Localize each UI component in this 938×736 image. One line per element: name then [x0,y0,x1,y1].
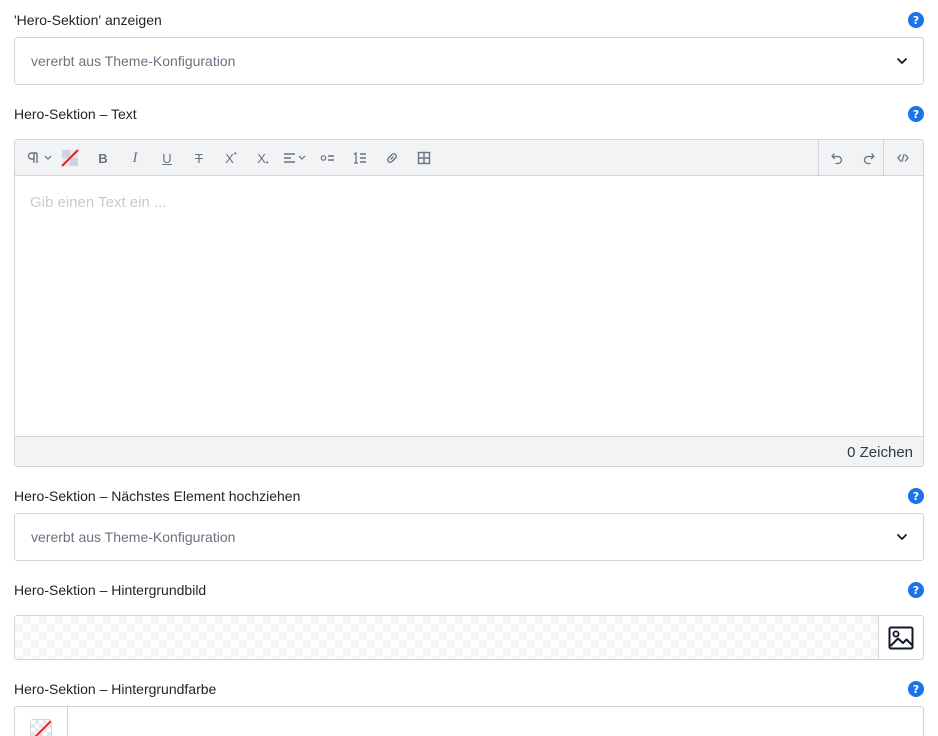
select-image-button[interactable] [878,616,923,659]
color-swatch-button[interactable] [15,707,68,736]
align-left-icon [284,153,306,163]
numbered-list-button[interactable] [349,149,371,167]
undo-icon [831,153,843,165]
editor-placeholder: Gib einen Text ein ... [30,194,167,211]
chevron-down-icon [897,58,907,64]
help-icon[interactable]: ? [908,12,924,28]
bg-color-input[interactable] [68,707,923,736]
toolbar-separator [883,140,884,176]
subscript-glyph: X [257,150,266,166]
image-icon [888,626,914,649]
redo-button[interactable] [859,149,879,167]
hero-text-label-row: Hero-Sektion – Text ? [14,106,924,122]
code-view-button[interactable] [893,149,913,167]
pull-next-select-value: vererbt aus Theme-Konfiguration [31,529,236,545]
undo-button[interactable] [827,149,847,167]
bg-color-label: Hero-Sektion – Hintergrundfarbe [14,681,217,697]
hero-text-editor: B I U T X • X • Gib einen Text ein ... 0… [14,139,924,467]
bg-image-label-row: Hero-Sektion – Hintergrundbild ? [14,582,924,598]
bg-image-preview[interactable] [15,616,878,659]
toolbar-separator [818,140,819,176]
superscript-button[interactable]: X • [221,149,241,167]
paragraph-icon [27,152,52,163]
link-icon [387,153,397,163]
char-count: 0 Zeichen [847,443,913,461]
remove-format-button[interactable] [59,149,81,167]
strikethrough-button[interactable]: T [189,149,209,167]
show-hero-select[interactable]: vererbt aus Theme-Konfiguration [14,37,924,85]
pull-next-label: Hero-Sektion – Nächstes Element hochzieh… [14,488,301,504]
superscript-marker-icon: • [233,148,237,158]
pull-next-label-row: Hero-Sektion – Nächstes Element hochzieh… [14,488,924,504]
underline-button[interactable]: U [157,149,177,167]
subscript-button[interactable]: X • [253,149,273,167]
show-hero-label: 'Hero-Sektion' anzeigen [14,12,162,28]
editor-toolbar: B I U T X • X • [15,140,923,176]
numbered-list-icon [353,151,366,164]
help-icon[interactable]: ? [908,106,924,122]
paragraph-format-button[interactable] [25,149,55,167]
code-icon [897,153,909,163]
italic-button[interactable]: I [125,149,145,167]
table-icon [417,151,431,165]
chevron-down-icon [897,534,907,540]
bg-color-field [14,706,924,736]
remove-format-icon [61,149,79,167]
help-icon[interactable]: ? [908,582,924,598]
show-hero-label-row: 'Hero-Sektion' anzeigen ? [14,12,924,28]
editor-footer: 0 Zeichen [15,436,923,466]
bg-image-label: Hero-Sektion – Hintergrundbild [14,582,207,598]
subscript-marker-icon: • [265,157,269,167]
link-button[interactable] [381,149,403,167]
hero-text-label: Hero-Sektion – Text [14,106,137,122]
bg-image-field [14,615,924,660]
redo-icon [863,153,875,165]
align-button[interactable] [281,149,311,167]
no-color-icon [30,719,52,736]
help-icon[interactable]: ? [908,681,924,697]
table-button[interactable] [413,149,435,167]
show-hero-select-value: vererbt aus Theme-Konfiguration [31,53,236,69]
help-icon[interactable]: ? [908,488,924,504]
superscript-glyph: X [225,150,234,166]
bullet-list-icon [320,155,334,161]
bullet-list-button[interactable] [317,149,339,167]
pull-next-select[interactable]: vererbt aus Theme-Konfiguration [14,513,924,561]
bold-button[interactable]: B [93,149,113,167]
hero-text-content-area[interactable]: Gib einen Text ein ... [15,176,923,436]
bg-color-label-row: Hero-Sektion – Hintergrundfarbe ? [14,681,924,697]
